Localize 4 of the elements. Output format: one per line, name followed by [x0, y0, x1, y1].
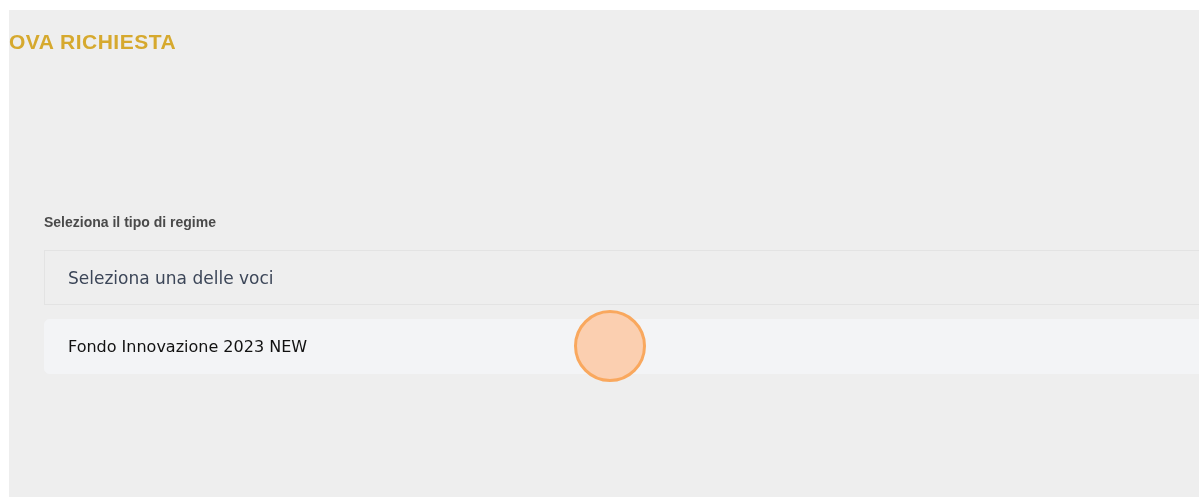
page-title: OVA RICHIESTA	[9, 29, 178, 54]
select-field[interactable]: Seleziona una delle voci	[44, 250, 1199, 305]
dropdown-option[interactable]: Fondo Innovazione 2023 NEW	[44, 319, 1199, 374]
field-label: Seleziona il tipo di regime	[44, 214, 217, 230]
